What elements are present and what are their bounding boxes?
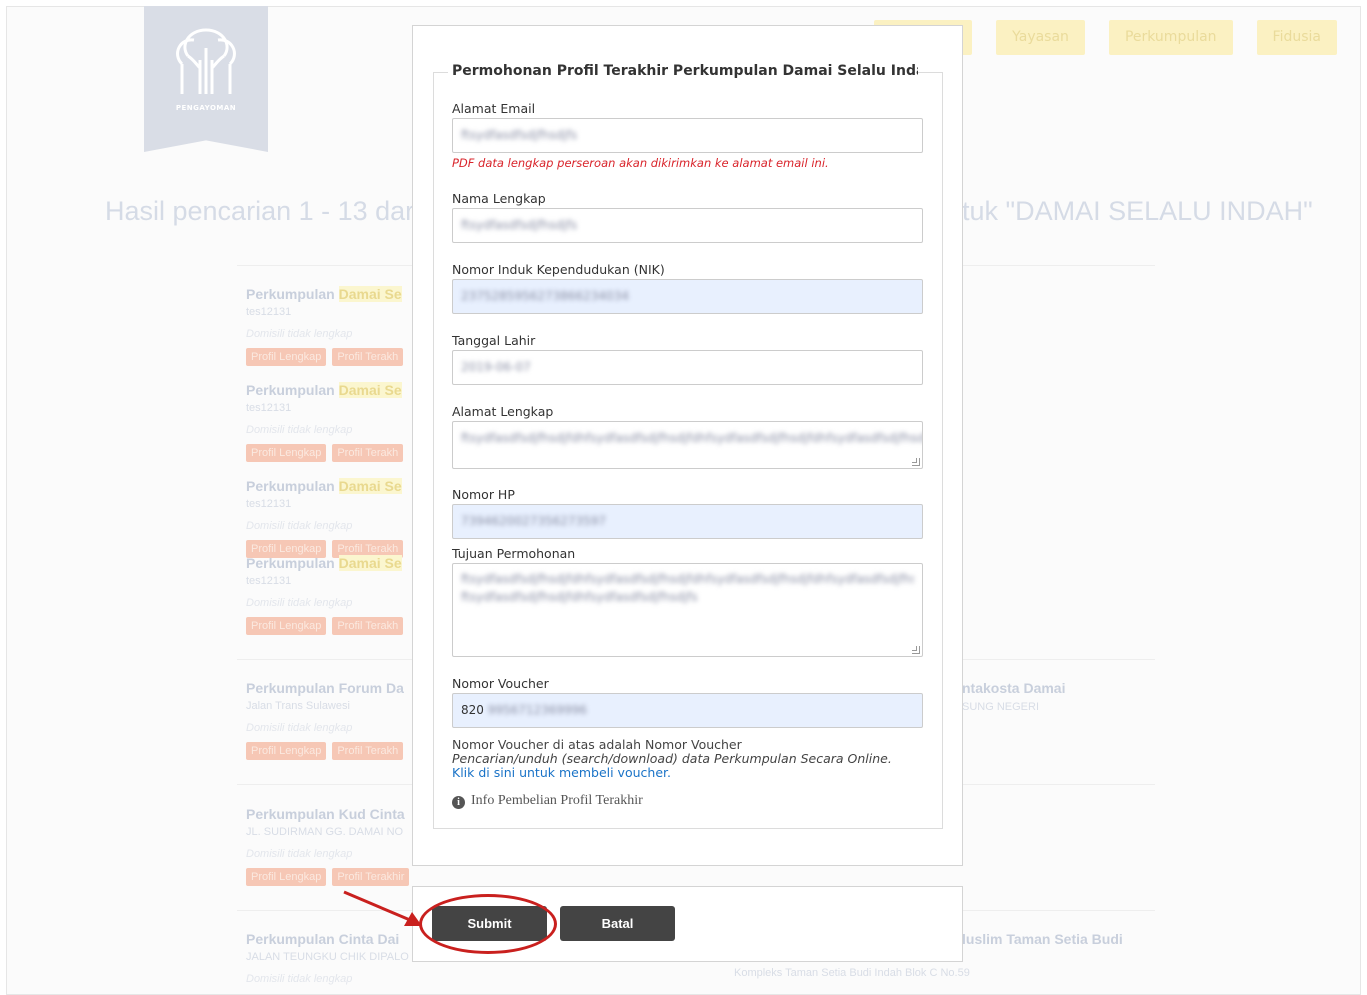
- result-highlight: Damai Se: [338, 382, 402, 398]
- cancel-button[interactable]: Batal: [560, 906, 675, 941]
- list-item[interactable]: Perkumpulan Damai Se tes12131 Domisili t…: [246, 555, 404, 635]
- result-sub: tes12131: [246, 575, 292, 587]
- name-value: ftsydfasdfsdjfhsdjfs: [461, 218, 578, 232]
- email-label: Alamat Email: [452, 101, 536, 116]
- result-domisili: Domisili tidak lengkap: [246, 597, 353, 609]
- result-domisili: Domisili tidak lengkap: [246, 328, 353, 340]
- result-sub-right: SUNG NEGERI: [962, 701, 1040, 713]
- result-highlight: Damai Se: [338, 478, 402, 494]
- result-heading-left: Hasil pencarian 1 - 13 dari: [105, 196, 421, 226]
- buy-voucher-link[interactable]: Klik di sini untuk membeli voucher.: [452, 765, 671, 780]
- result-title[interactable]: Perkumpulan Kud Cinta: [246, 806, 405, 822]
- result-highlight: Damai Se: [338, 286, 402, 302]
- nik-field[interactable]: 2375285956273866234034: [452, 279, 923, 314]
- result-title-right[interactable]: luslim Taman Setia Budi: [962, 931, 1123, 947]
- result-sub-right: Kompleks Taman Setia Budi Indah Blok C N…: [734, 967, 970, 979]
- tag-profil-terakhir[interactable]: Profil Terakh: [332, 617, 404, 635]
- result-sub: tes12131: [246, 306, 292, 318]
- result-sub: JL. SUDIRMAN GG. DAMAI NO: [246, 826, 404, 838]
- purpose-value-line-1: ftsydfasdfsdjfhsdjfdhfsydfasdfsdjfhsdjfd…: [461, 572, 914, 586]
- phone-label: Nomor HP: [452, 487, 515, 502]
- result-domisili: Domisili tidak lengkap: [246, 520, 353, 532]
- purpose-label: Tujuan Permohonan: [452, 546, 576, 561]
- logo-text: PENGAYOMAN: [175, 104, 237, 112]
- nav-fidusia[interactable]: Fidusia: [1256, 20, 1337, 55]
- tag-profil-lengkap[interactable]: Profil Lengkap: [246, 444, 327, 462]
- result-sub: Jalan Trans Sulawesi: [246, 700, 350, 712]
- list-item[interactable]: Perkumpulan Kud Cinta JL. SUDIRMAN GG. D…: [246, 806, 410, 886]
- site-logo[interactable]: PENGAYOMAN: [144, 6, 268, 152]
- list-item[interactable]: Perkumpulan Cinta Dai JALAN TEUNGKU CHIK…: [246, 931, 409, 985]
- result-sub: tes12131: [246, 402, 292, 414]
- phone-field[interactable]: 7394620027356273597: [452, 504, 923, 539]
- voucher-value: 9956712369996: [487, 703, 587, 717]
- email-field[interactable]: ftsydfasdfsdjfhsdjfs: [452, 118, 923, 153]
- voucher-field[interactable]: 820 9956712369996: [452, 693, 923, 728]
- purpose-textarea[interactable]: ftsydfasdfsdjfhsdjfdhfsydfasdfsdjfhsdjfd…: [452, 563, 923, 657]
- tag-profil-lengkap[interactable]: Profil Lengkap: [246, 348, 327, 366]
- resize-handle-icon[interactable]: [912, 458, 920, 466]
- birth-date-field[interactable]: 2019-06-07: [452, 350, 923, 385]
- result-title-right[interactable]: ntakosta Damai: [962, 680, 1065, 696]
- voucher-note: Nomor Voucher di atas adalah Nomor Vouch…: [452, 738, 892, 780]
- phone-value: 7394620027356273597: [461, 514, 607, 528]
- request-modal: Permohonan Profil Terakhir Perkumpulan D…: [412, 25, 963, 866]
- email-help-text: PDF data lengkap perseroan akan dikirimk…: [452, 156, 829, 170]
- address-textarea[interactable]: ftsydfasdfsdjfhsdjfdhfsydfasdfsdjfhsdjfd…: [452, 421, 923, 469]
- address-label: Alamat Lengkap: [452, 404, 554, 419]
- tag-profil-terakhir[interactable]: Profil Terakhir: [332, 868, 410, 886]
- result-sub: tes12131: [246, 498, 292, 510]
- voucher-prefix: 820: [461, 703, 484, 717]
- result-domisili: Domisili tidak lengkap: [246, 973, 353, 985]
- result-domisili: Domisili tidak lengkap: [246, 722, 353, 734]
- email-value: ftsydfasdfsdjfhsdjfs: [461, 128, 578, 142]
- result-title[interactable]: Perkumpulan Forum Da: [246, 680, 404, 696]
- voucher-note-line-1: Nomor Voucher di atas adalah Nomor Vouch…: [452, 737, 742, 752]
- name-label: Nama Lengkap: [452, 191, 546, 206]
- dob-value: 2019-06-07: [461, 360, 531, 374]
- purchase-info[interactable]: i Info Pembelian Profil Terakhir: [452, 793, 643, 809]
- nav-yayasan[interactable]: Yayasan: [996, 20, 1085, 55]
- tag-profil-lengkap[interactable]: Profil Lengkap: [246, 742, 327, 760]
- voucher-label: Nomor Voucher: [452, 676, 549, 691]
- tag-profil-terakhir[interactable]: Profil Terakh: [332, 348, 404, 366]
- modal-title: Permohonan Profil Terakhir Perkumpulan D…: [448, 63, 918, 79]
- list-item[interactable]: Perkumpulan Forum Da Jalan Trans Sulawes…: [246, 680, 404, 760]
- result-title[interactable]: Perkumpulan: [246, 478, 339, 494]
- result-title[interactable]: Perkumpulan: [246, 286, 339, 302]
- full-name-field[interactable]: ftsydfasdfsdjfhsdjfs: [452, 208, 923, 243]
- nik-label: Nomor Induk Kependudukan (NIK): [452, 262, 665, 277]
- address-value: ftsydfasdfsdjfhsdjfdhfsydfasdfsdjfhsdjfd…: [461, 431, 923, 445]
- dob-label: Tanggal Lahir: [452, 333, 536, 348]
- result-heading-right: tuk "DAMAI SELALU INDAH": [962, 196, 1313, 226]
- list-item[interactable]: Perkumpulan Damai Se tes12131 Domisili t…: [246, 478, 404, 558]
- nav-perkumpulan[interactable]: Perkumpulan: [1108, 20, 1233, 55]
- purchase-info-text[interactable]: Info Pembelian Profil Terakhir: [471, 793, 643, 808]
- result-domisili: Domisili tidak lengkap: [246, 848, 353, 860]
- result-domisili: Domisili tidak lengkap: [246, 424, 353, 436]
- annotation-arrow-icon: [343, 890, 422, 926]
- annotation-highlight-ellipse: [419, 894, 557, 954]
- tag-profil-terakhir[interactable]: Profil Terakh: [332, 444, 404, 462]
- tag-profil-lengkap[interactable]: Profil Lengkap: [246, 868, 327, 886]
- pengayoman-tree-icon: [176, 28, 236, 94]
- result-title[interactable]: Perkumpulan: [246, 382, 339, 398]
- voucher-note-line-2: Pencarian/unduh (search/download) data P…: [452, 751, 892, 766]
- result-title[interactable]: Perkumpulan: [246, 555, 339, 571]
- resize-handle-icon[interactable]: [912, 646, 920, 654]
- nik-value: 2375285956273866234034: [461, 289, 629, 303]
- tag-profil-terakhir[interactable]: Profil Terakh: [332, 742, 404, 760]
- purpose-value-line-2: ftsydfasdfsdjfhsdjfdhfsydfasdfsdjfhsdjfs: [461, 590, 698, 604]
- info-icon: i: [452, 796, 465, 809]
- tag-profil-lengkap[interactable]: Profil Lengkap: [246, 617, 327, 635]
- result-highlight: Damai Se: [338, 555, 402, 571]
- list-item[interactable]: Perkumpulan Damai Se tes12131 Domisili t…: [246, 286, 404, 366]
- list-item[interactable]: Perkumpulan Damai Se tes12131 Domisili t…: [246, 382, 404, 462]
- result-sub: JALAN TEUNGKU CHIK DIPALO: [246, 951, 409, 963]
